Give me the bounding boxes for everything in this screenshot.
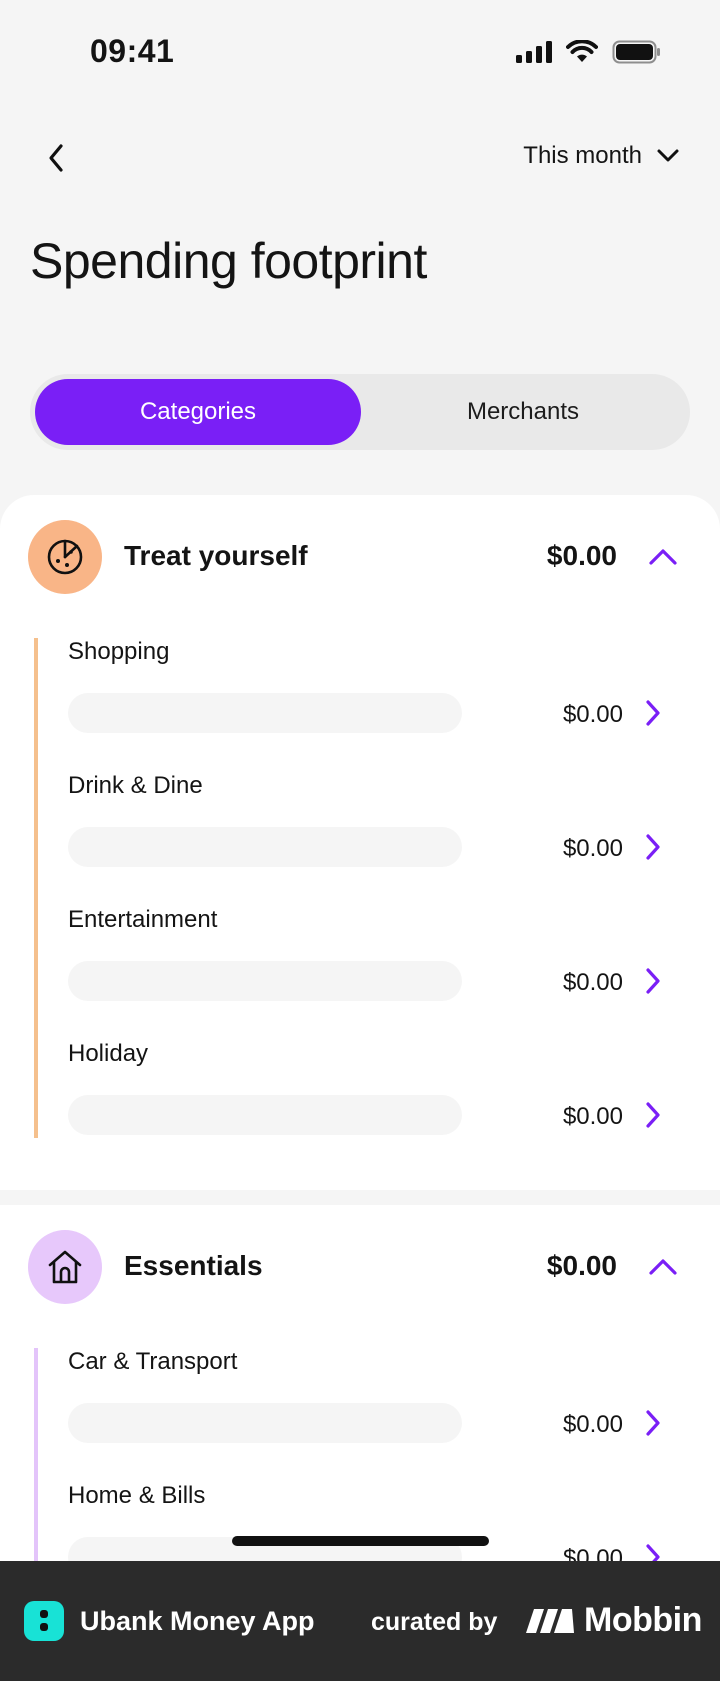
category-row-entertainment[interactable]: Entertainment $0.00 [68, 906, 698, 1040]
category-name: Entertainment [68, 906, 218, 933]
category-row-shopping[interactable]: Shopping $0.00 [68, 638, 698, 772]
category-row-car-transport[interactable]: Car & Transport $0.00 [68, 1348, 698, 1482]
group-title: Essentials [124, 1250, 263, 1281]
group-card-essentials: Essentials $0.00 Car & Transport $0.00 H… [0, 1205, 720, 1577]
chevron-right-icon[interactable] [640, 698, 666, 728]
cellular-signal-icon [516, 41, 552, 63]
group-amount: $0.00 [546, 1250, 617, 1281]
pizza-icon [28, 520, 102, 594]
segmented-control: Categories Merchants [30, 374, 690, 450]
home-indicator [232, 1536, 489, 1546]
category-name: Shopping [68, 638, 170, 665]
group-amount: $0.00 [546, 540, 617, 571]
spend-progress-bar [68, 961, 462, 1001]
footer-app-name: Ubank Money App [80, 1606, 315, 1636]
app-logo-icon [24, 1601, 64, 1641]
category-name: Car & Transport [68, 1348, 238, 1375]
tab-categories[interactable]: Categories [35, 379, 361, 445]
mobbin-logo: Mobbin [524, 1601, 702, 1640]
back-button[interactable] [38, 140, 74, 176]
mobbin-logo-icon [526, 1608, 574, 1633]
group-header[interactable]: Treat yourself $0.00 [0, 520, 720, 594]
group-accent-line [34, 638, 38, 1138]
category-amount: $0.00 [562, 701, 623, 728]
chevron-right-icon[interactable] [640, 832, 666, 862]
group-card-treat-yourself: Treat yourself $0.00 Shopping $0.00 Drin… [0, 495, 720, 1190]
chevron-up-icon [649, 549, 677, 565]
tab-merchants[interactable]: Merchants [360, 379, 686, 445]
period-dropdown[interactable]: This month [523, 142, 680, 170]
category-row-drink-dine[interactable]: Drink & Dine $0.00 [68, 772, 698, 906]
collapse-button[interactable] [648, 544, 678, 570]
category-list: Shopping $0.00 Drink & Dine $0.00 Entert… [34, 638, 694, 1138]
category-amount: $0.00 [562, 1103, 623, 1130]
top-nav: This month [0, 130, 720, 190]
chevron-left-icon [49, 144, 63, 172]
wifi-icon [566, 40, 598, 62]
mobbin-wordmark: Mobbin [584, 1601, 702, 1639]
spend-progress-bar [68, 1403, 462, 1443]
category-name: Holiday [68, 1040, 149, 1067]
spend-progress-bar [68, 1095, 462, 1135]
house-icon [28, 1230, 102, 1304]
period-label: This month [523, 142, 642, 169]
collapse-button[interactable] [648, 1254, 678, 1280]
spend-progress-bar [68, 693, 462, 733]
chevron-right-icon[interactable] [640, 966, 666, 996]
category-list: Car & Transport $0.00 Home & Bills $0.00 [34, 1348, 694, 1577]
category-name: Home & Bills [68, 1482, 206, 1509]
battery-icon [612, 40, 660, 64]
chevron-right-icon[interactable] [640, 1100, 666, 1130]
status-time: 09:41 [90, 33, 175, 69]
page-title: Spending footprint [30, 233, 427, 289]
chevron-right-icon[interactable] [640, 1408, 666, 1438]
status-icons [516, 40, 662, 64]
spend-progress-bar [68, 827, 462, 867]
status-bar: 09:41 [0, 0, 720, 110]
chevron-down-icon [657, 149, 679, 162]
category-name: Drink & Dine [68, 772, 203, 799]
group-header[interactable]: Essentials $0.00 [0, 1230, 720, 1304]
group-accent-line [34, 1348, 38, 1565]
chevron-up-icon [649, 1259, 677, 1275]
category-amount: $0.00 [562, 835, 623, 862]
group-title: Treat yourself [124, 540, 308, 571]
footer-curated-label: curated by [371, 1608, 498, 1636]
footer-banner: Ubank Money App curated by Mobbin [0, 1561, 720, 1681]
category-amount: $0.00 [562, 1411, 623, 1438]
category-row-holiday[interactable]: Holiday $0.00 [68, 1040, 698, 1174]
category-amount: $0.00 [562, 969, 623, 996]
